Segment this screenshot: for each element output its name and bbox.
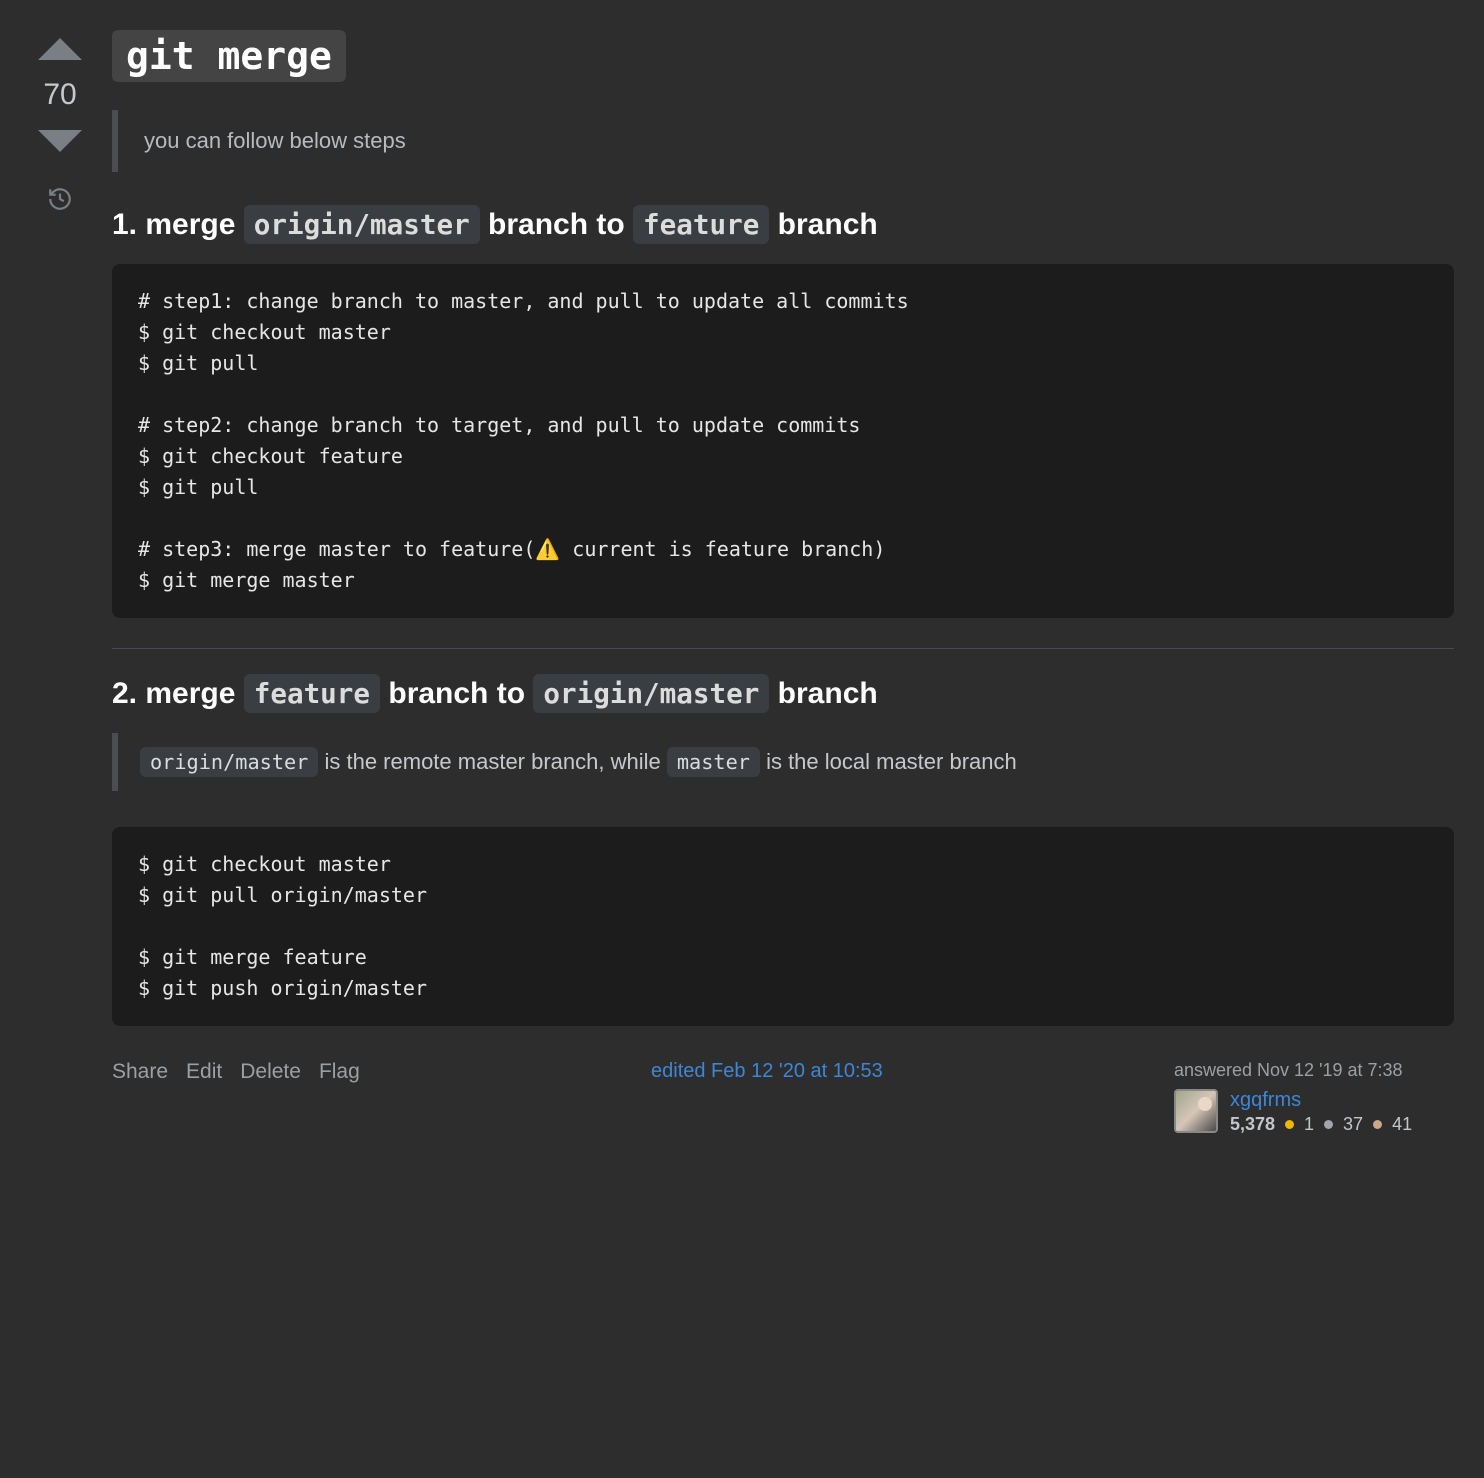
section-2-code-1: feature: [244, 674, 380, 713]
note-code-2: master: [667, 747, 760, 777]
post-footer: Share Edit Delete Flag edited Feb 12 '20…: [112, 1060, 1454, 1135]
vote-score: 70: [43, 78, 76, 112]
note-text-1: is the remote master branch, while: [318, 749, 666, 774]
reputation-line: 5,378 1 37 41: [1230, 1114, 1412, 1135]
note-quote: origin/master is the remote master branc…: [112, 733, 1454, 791]
answer-post: 70 git merge you can follow below steps …: [30, 30, 1454, 1135]
code-block-2[interactable]: $ git checkout master $ git pull origin/…: [112, 827, 1454, 1026]
reputation-score: 5,378: [1230, 1114, 1275, 1135]
section-1-prefix: 1. merge: [112, 208, 244, 241]
answer-body: git merge you can follow below steps 1. …: [112, 30, 1454, 1135]
intro-quote: you can follow below steps: [112, 110, 1454, 172]
bronze-badge-icon: [1373, 1120, 1382, 1129]
delete-link[interactable]: Delete: [240, 1060, 301, 1084]
note-code-1: origin/master: [140, 747, 318, 777]
section-1-mid: branch to: [480, 208, 633, 241]
divider: [112, 648, 1454, 649]
section-1-code-1: origin/master: [244, 205, 480, 244]
user-link[interactable]: xgqfrms: [1230, 1089, 1412, 1112]
gold-badge-icon: [1285, 1120, 1294, 1129]
section-2-prefix: 2. merge: [112, 677, 244, 710]
section-1-code-2: feature: [633, 205, 769, 244]
share-link[interactable]: Share: [112, 1060, 168, 1084]
bronze-badge-count: 41: [1392, 1114, 1412, 1135]
title-code: git merge: [112, 30, 346, 82]
section-1-heading: 1. merge origin/master branch to feature…: [112, 208, 1454, 242]
section-2-heading: 2. merge feature branch to origin/master…: [112, 677, 1454, 711]
code-block-1[interactable]: # step1: change branch to master, and pu…: [112, 264, 1454, 618]
user-meta: xgqfrms 5,378 1 37 41: [1230, 1089, 1412, 1135]
section-2-suffix: branch: [769, 677, 877, 710]
edit-link[interactable]: Edit: [186, 1060, 222, 1084]
flag-link[interactable]: Flag: [319, 1060, 360, 1084]
downvote-button[interactable]: [38, 130, 82, 152]
section-2-code-2: origin/master: [533, 674, 769, 713]
user-card: answered Nov 12 '19 at 7:38 xgqfrms 5,37…: [1174, 1060, 1454, 1135]
upvote-button[interactable]: [38, 38, 82, 60]
edited-link[interactable]: edited Feb 12 '20 at 10:53: [651, 1060, 883, 1083]
avatar[interactable]: [1174, 1089, 1218, 1133]
history-icon[interactable]: [47, 186, 73, 218]
note-text-2: is the local master branch: [760, 749, 1017, 774]
answered-time: answered Nov 12 '19 at 7:38: [1174, 1060, 1454, 1081]
gold-badge-count: 1: [1304, 1114, 1314, 1135]
section-2-mid: branch to: [380, 677, 533, 710]
section-1-suffix: branch: [769, 208, 877, 241]
silver-badge-count: 37: [1343, 1114, 1363, 1135]
post-actions: Share Edit Delete Flag: [112, 1060, 360, 1084]
user-row: xgqfrms 5,378 1 37 41: [1174, 1089, 1454, 1135]
answer-title: git merge: [112, 30, 1454, 82]
vote-column: 70: [30, 30, 90, 1135]
silver-badge-icon: [1324, 1120, 1333, 1129]
